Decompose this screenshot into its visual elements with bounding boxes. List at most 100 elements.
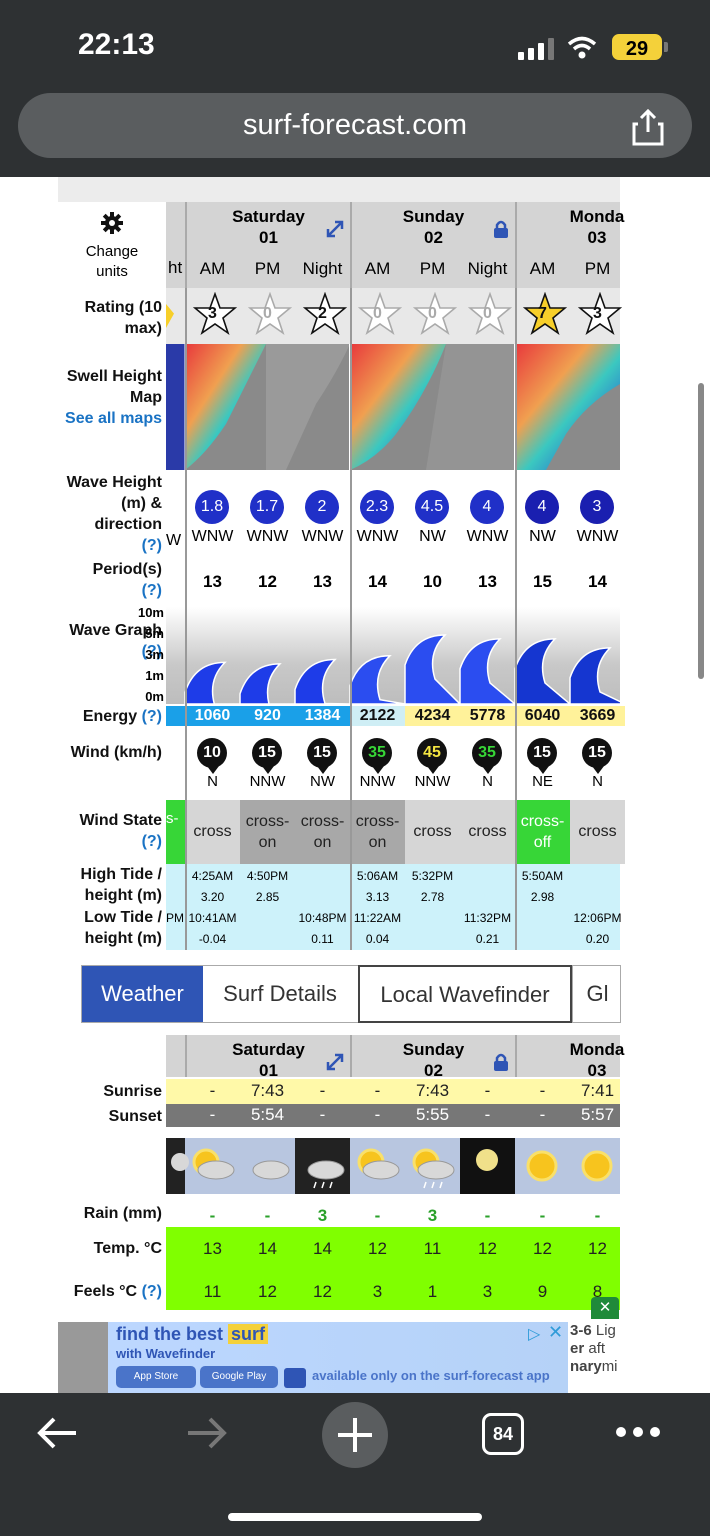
- rating-value: 0: [373, 305, 382, 322]
- wind-cell: 45 NNW: [405, 738, 460, 798]
- high-tide-time: 5:06AM: [356, 869, 399, 883]
- sunrise-value: 7:43: [415, 1081, 450, 1100]
- forward-icon[interactable]: [184, 1415, 228, 1451]
- temp-value: 13: [203, 1239, 222, 1258]
- tab-surf-details[interactable]: Surf Details: [203, 966, 357, 1022]
- new-tab-button[interactable]: [322, 1402, 388, 1468]
- sunset-label: Sunset: [108, 1108, 162, 1125]
- energy-value: 5778: [460, 706, 515, 726]
- wave-height-cell: 1.7 WNW: [240, 490, 295, 550]
- swell-height-map[interactable]: [166, 344, 620, 470]
- wind-state-value: cross-off: [520, 813, 565, 851]
- ad-banner[interactable]: find the best surf with Wavefinder App S…: [58, 1322, 620, 1393]
- day-divider: [185, 288, 187, 950]
- wind-state-cell: cross: [460, 800, 515, 864]
- low-tide-cell: 12:06PM 0.20: [570, 908, 625, 950]
- rating-star: 3: [570, 291, 625, 340]
- sunrise-value: -: [319, 1081, 326, 1100]
- feels-value: 3: [482, 1282, 493, 1301]
- low-tide-time: 10:48PM: [298, 911, 347, 925]
- ad-info-icon[interactable]: ▷: [528, 1324, 548, 1344]
- wind-state-value: cross-on: [300, 813, 345, 851]
- tab-more[interactable]: Gl: [572, 966, 622, 1022]
- rain-drops-icon: [423, 1181, 443, 1189]
- high-tide-height: 2.98: [530, 890, 555, 904]
- low-tide-cell: 11:22AM 0.04: [350, 908, 405, 950]
- swell-map-image: [166, 344, 620, 470]
- wave-shape: [569, 647, 626, 705]
- top-strip: [58, 177, 620, 202]
- url-text: surf-forecast.com: [243, 109, 467, 141]
- low-tide-time: 12:06PM: [573, 911, 622, 925]
- expand-icon[interactable]: [326, 1053, 344, 1071]
- high-tide-height: 3.20: [200, 890, 225, 904]
- back-icon[interactable]: [36, 1415, 80, 1451]
- sunset-value: -: [484, 1105, 491, 1124]
- ad-dismiss-button[interactable]: ✕: [591, 1297, 619, 1319]
- google-play-badge[interactable]: Google Play: [200, 1366, 278, 1388]
- url-bar[interactable]: surf-forecast.com: [18, 93, 692, 158]
- help-link[interactable]: (?): [142, 833, 162, 850]
- high-tide-time: 5:32PM: [411, 869, 454, 883]
- wind-speed: 35: [368, 744, 386, 761]
- help-link[interactable]: (?): [142, 708, 162, 725]
- wind-state-cell: cross-off: [515, 800, 570, 864]
- wind-direction: NNW: [249, 773, 286, 790]
- partial-wave-dir: W: [166, 532, 182, 549]
- rain-value: -: [374, 1206, 381, 1225]
- wind-arrow-icon: 15: [527, 738, 557, 768]
- wind-direction: NNW: [359, 773, 396, 790]
- ad-close-icon[interactable]: ✕: [548, 1322, 568, 1342]
- cloud-icon: [252, 1160, 290, 1180]
- expand-icon[interactable]: [326, 220, 344, 238]
- day-divider: [515, 288, 517, 950]
- wave-arrow-icon: 2.3: [360, 490, 394, 524]
- sunset-value: -: [319, 1105, 326, 1124]
- tab-weather[interactable]: Weather: [82, 966, 203, 1022]
- wind-speed: 15: [533, 744, 551, 761]
- low-tide-cell: 10:48PM 0.11: [295, 908, 350, 950]
- clock: 22:13: [78, 28, 155, 61]
- energy-value: 920: [240, 706, 295, 726]
- wave-direction: WNW: [576, 528, 619, 545]
- high-tide-time: 5:50AM: [521, 869, 564, 883]
- help-link[interactable]: (?): [142, 582, 162, 599]
- rating-star: 2: [295, 291, 350, 340]
- partial-wind-state: s-: [166, 800, 185, 864]
- low-tide-height: -0.04: [198, 932, 227, 946]
- wave-height-value: 4: [537, 498, 547, 515]
- lock-icon[interactable]: [493, 1052, 509, 1072]
- wind-state-cell: cross-on: [240, 800, 295, 864]
- high-tide-label: High Tide / height (m): [80, 866, 162, 904]
- ad-content[interactable]: find the best surf with Wavefinder App S…: [108, 1322, 568, 1393]
- energy-value: 2122: [350, 706, 405, 726]
- app-store-badge[interactable]: App Store: [116, 1366, 196, 1388]
- period-header: AM: [364, 259, 391, 278]
- page-content: Change units ht Saturday 01 Sunday 02 Mond…: [0, 177, 710, 1393]
- sun-icon: [581, 1150, 613, 1182]
- lock-icon[interactable]: [493, 219, 509, 239]
- wave-shape: [514, 638, 573, 705]
- tab-local-wavefinder[interactable]: Local Wavefinder: [358, 965, 572, 1023]
- wind-cell: 35 NNW: [350, 738, 405, 798]
- see-all-maps-link[interactable]: See all maps: [65, 410, 162, 427]
- day-divider: [350, 288, 352, 950]
- wave-height-value: 2: [317, 498, 327, 515]
- wind-arrow-icon: 10: [197, 738, 227, 768]
- more-icon[interactable]: [614, 1425, 662, 1439]
- nav-tabs: Weather Surf Details Local Wavefinder Gl: [81, 965, 621, 1023]
- tabs-button[interactable]: 84: [482, 1413, 524, 1455]
- help-link[interactable]: (?): [142, 537, 162, 554]
- wind-state-cell: cross-on: [350, 800, 405, 864]
- scrollbar[interactable]: [698, 383, 704, 679]
- wave-height-value: 3: [592, 498, 602, 515]
- help-link[interactable]: (?): [142, 1283, 162, 1300]
- change-units[interactable]: Change units: [58, 202, 166, 288]
- low-tide-cell: 10:41AM -0.04: [185, 908, 240, 950]
- wave-height-cell: 3 WNW: [570, 490, 625, 550]
- high-tide-cell: 5:06AM 3.13: [350, 866, 405, 908]
- sunrise-value: 7:43: [250, 1081, 285, 1100]
- wind-state-value: cross: [193, 823, 232, 840]
- energy-value: 4234: [405, 706, 460, 726]
- share-icon[interactable]: [630, 108, 666, 146]
